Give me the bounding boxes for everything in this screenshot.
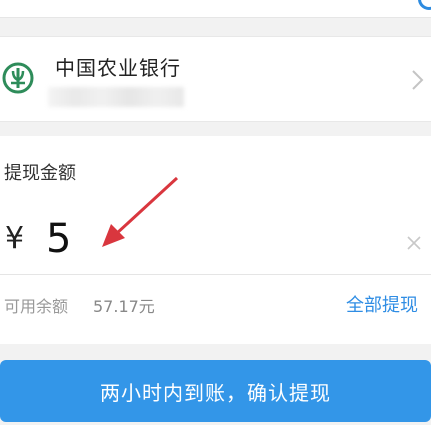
- withdraw-all-link[interactable]: 全部提现: [346, 291, 418, 317]
- withdraw-amount-label: 提现金额: [4, 163, 76, 184]
- divider: [0, 274, 431, 275]
- balance-label: 可用余额: [4, 297, 69, 316]
- abc-bank-logo-icon: [2, 62, 34, 94]
- confirm-withdraw-button[interactable]: 两小时内到账，确认提现: [0, 360, 431, 422]
- bank-card-row[interactable]: 中国农业银行: [0, 36, 431, 122]
- card-number-masked: [48, 87, 184, 107]
- circle-icon: [418, 0, 431, 10]
- currency-symbol: ¥: [5, 221, 25, 256]
- amount-input[interactable]: 5: [46, 216, 71, 262]
- bank-name: 中国农业银行: [55, 56, 181, 80]
- clear-icon[interactable]: [406, 235, 422, 251]
- chevron-right-icon: [412, 70, 424, 90]
- top-strip: [0, 0, 431, 18]
- amount-section: 提现金额 ¥ 5 可用余额 57.17元 全部提现: [0, 136, 431, 344]
- balance-value: 57.17元: [93, 297, 155, 316]
